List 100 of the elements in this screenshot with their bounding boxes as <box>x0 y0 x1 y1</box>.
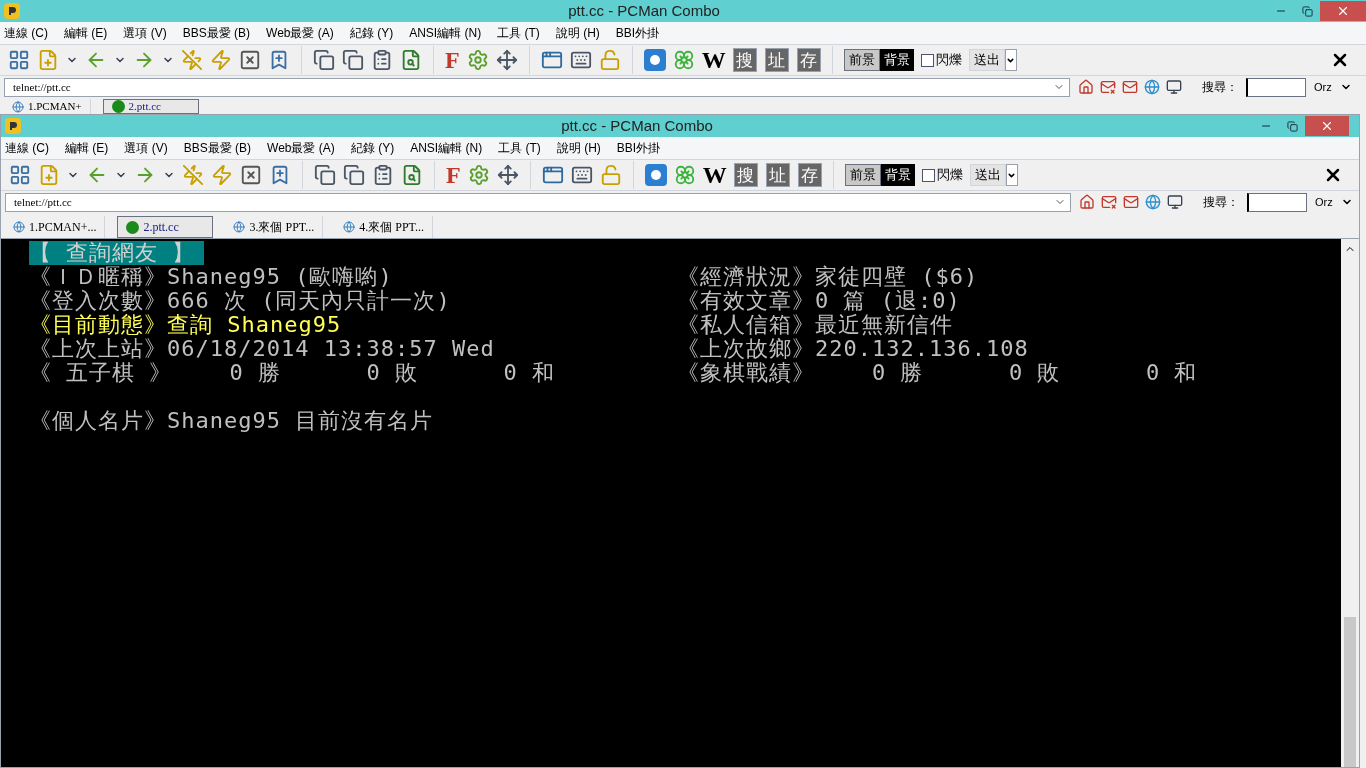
f-glyph[interactable]: F <box>446 163 461 187</box>
tab[interactable]: 4.來個 PPT... <box>335 216 434 238</box>
copy-icon[interactable] <box>313 49 335 71</box>
quick-button[interactable]: 存 <box>796 48 821 72</box>
window-icon[interactable] <box>540 49 563 71</box>
menu-item[interactable]: Web最愛 (A) <box>267 139 335 157</box>
menu-item[interactable]: 說明 (H) <box>555 24 600 42</box>
field-label: 《經濟狀況》 <box>677 265 815 289</box>
background-button[interactable]: 背景 <box>880 164 915 186</box>
monitor-icon[interactable] <box>1166 79 1182 95</box>
menu-item[interactable]: BBI外掛 <box>616 139 661 157</box>
field-value: 家徒四壁 ($6) <box>815 265 979 289</box>
window-cross-icon[interactable] <box>240 164 262 186</box>
field-label: 《ＩＤ暱稱》 <box>29 265 167 289</box>
list-icon[interactable] <box>372 164 394 186</box>
field-value: 06/18/2014 13:38:57 Wed <box>167 337 495 361</box>
f-glyph[interactable]: F <box>445 48 460 72</box>
blink-label: 閃爍 <box>936 166 963 185</box>
mail-icon[interactable] <box>1122 79 1138 95</box>
app-logo-icon[interactable] <box>644 164 667 186</box>
menu-item[interactable]: BBS最愛 (B) <box>183 139 252 157</box>
tab[interactable]: 1.PCMAN+ <box>4 99 91 114</box>
page-globe-icon <box>12 100 24 113</box>
quick-button[interactable]: 址 <box>765 163 790 187</box>
search-field[interactable] <box>1247 192 1307 212</box>
mail-cross-icon[interactable] <box>1101 194 1117 210</box>
blink-checkbox[interactable] <box>921 168 935 182</box>
home-icon[interactable] <box>1079 194 1095 210</box>
move-icon[interactable] <box>495 49 518 71</box>
field-label: 《登入次數》 <box>29 289 167 313</box>
menu-item[interactable]: 選項 (V) <box>124 139 168 157</box>
mail-icon[interactable] <box>1123 194 1139 210</box>
send-button[interactable]: 送出 <box>969 164 1006 186</box>
quick-button[interactable]: 搜 <box>732 48 757 72</box>
menu-item[interactable]: 紀錄 (Y) <box>349 24 394 42</box>
search-field[interactable] <box>1246 77 1306 97</box>
screen-header: 【 查詢網友 】 <box>29 241 204 265</box>
tab[interactable]: 2.ptt.cc <box>102 99 199 114</box>
quick-button[interactable]: 址 <box>764 48 789 72</box>
address-field[interactable]: telnet://ptt.cc <box>5 192 1071 212</box>
menu-item[interactable]: 說明 (H) <box>556 139 601 157</box>
copy-icon[interactable] <box>314 164 336 186</box>
grid-icon[interactable] <box>9 164 31 186</box>
menu-item[interactable]: 連線 (C) <box>4 24 48 42</box>
window-cross-icon[interactable] <box>239 49 261 71</box>
globe-icon[interactable] <box>1144 79 1160 95</box>
tab[interactable]: 1.PCMAN+... <box>5 216 106 238</box>
grid-icon[interactable] <box>8 49 30 71</box>
monitor-icon[interactable] <box>1167 194 1183 210</box>
gear-icon[interactable] <box>467 164 490 186</box>
menu-item[interactable]: 編輯 (E) <box>65 139 109 157</box>
address-text: telnet://ptt.cc <box>13 79 72 95</box>
field-value: 666 次 (同天內只計一次) <box>167 289 451 313</box>
tab[interactable]: 3.來個 PPT... <box>225 216 324 238</box>
search-engine-label[interactable]: Orz <box>1314 78 1332 96</box>
tab[interactable]: 2.ptt.cc <box>117 216 214 238</box>
search-engine-label[interactable]: Orz <box>1315 193 1333 211</box>
blink-checkbox[interactable] <box>920 53 934 67</box>
field-value: 查詢 Shaneg95 <box>167 313 342 337</box>
search-label: 搜尋： <box>1202 79 1238 96</box>
window-search-icon[interactable] <box>401 164 423 186</box>
menu-item[interactable]: 紀錄 (Y) <box>350 139 395 157</box>
globe-icon[interactable] <box>1145 194 1161 210</box>
mail-cross-icon[interactable] <box>1100 79 1116 95</box>
menu-item[interactable]: 選項 (V) <box>123 24 167 42</box>
scrollbar-thumb[interactable] <box>1344 617 1356 767</box>
gear-icon[interactable] <box>466 49 489 71</box>
keypad-icon[interactable] <box>569 49 592 71</box>
copy-icon[interactable] <box>343 164 365 186</box>
menu-item[interactable]: BBI外掛 <box>615 24 660 42</box>
field-value: Shaneg95 目前沒有名片 <box>167 409 434 433</box>
menu-item[interactable]: ANSI編輯 (N) <box>410 139 483 157</box>
menu-item[interactable]: Web最愛 (A) <box>266 24 334 42</box>
w-glyph[interactable]: W <box>702 163 727 187</box>
home-icon[interactable] <box>1078 79 1094 95</box>
quick-button[interactable]: 存 <box>797 163 822 187</box>
copy-icon[interactable] <box>342 49 364 71</box>
field-label: 《上次上站》 <box>29 337 167 361</box>
quick-button[interactable]: 搜 <box>733 163 758 187</box>
list-icon[interactable] <box>371 49 393 71</box>
menu-item[interactable]: ANSI編輯 (N) <box>409 24 482 42</box>
app-logo-icon[interactable] <box>643 49 666 71</box>
move-icon[interactable] <box>496 164 519 186</box>
foreground-button[interactable]: 前景 <box>844 164 881 186</box>
menu-item[interactable]: 編輯 (E) <box>64 24 108 42</box>
window-title: ptt.cc - PCMan Combo <box>560 115 714 136</box>
menu-item[interactable]: 工具 (T) <box>497 24 540 42</box>
menu-item[interactable]: 連線 (C) <box>5 139 49 157</box>
keypad-icon[interactable] <box>570 164 593 186</box>
window-icon[interactable] <box>541 164 564 186</box>
window-title: ptt.cc - PCMan Combo <box>567 0 721 21</box>
w-glyph[interactable]: W <box>701 48 726 72</box>
background-button[interactable]: 背景 <box>879 49 914 71</box>
field-label: 《目前動態》 <box>29 313 167 337</box>
send-button[interactable]: 送出 <box>968 49 1005 71</box>
window-search-icon[interactable] <box>400 49 422 71</box>
address-field[interactable]: telnet://ptt.cc <box>4 77 1070 97</box>
foreground-button[interactable]: 前景 <box>843 49 880 71</box>
menu-item[interactable]: BBS最愛 (B) <box>182 24 251 42</box>
menu-item[interactable]: 工具 (T) <box>498 139 541 157</box>
